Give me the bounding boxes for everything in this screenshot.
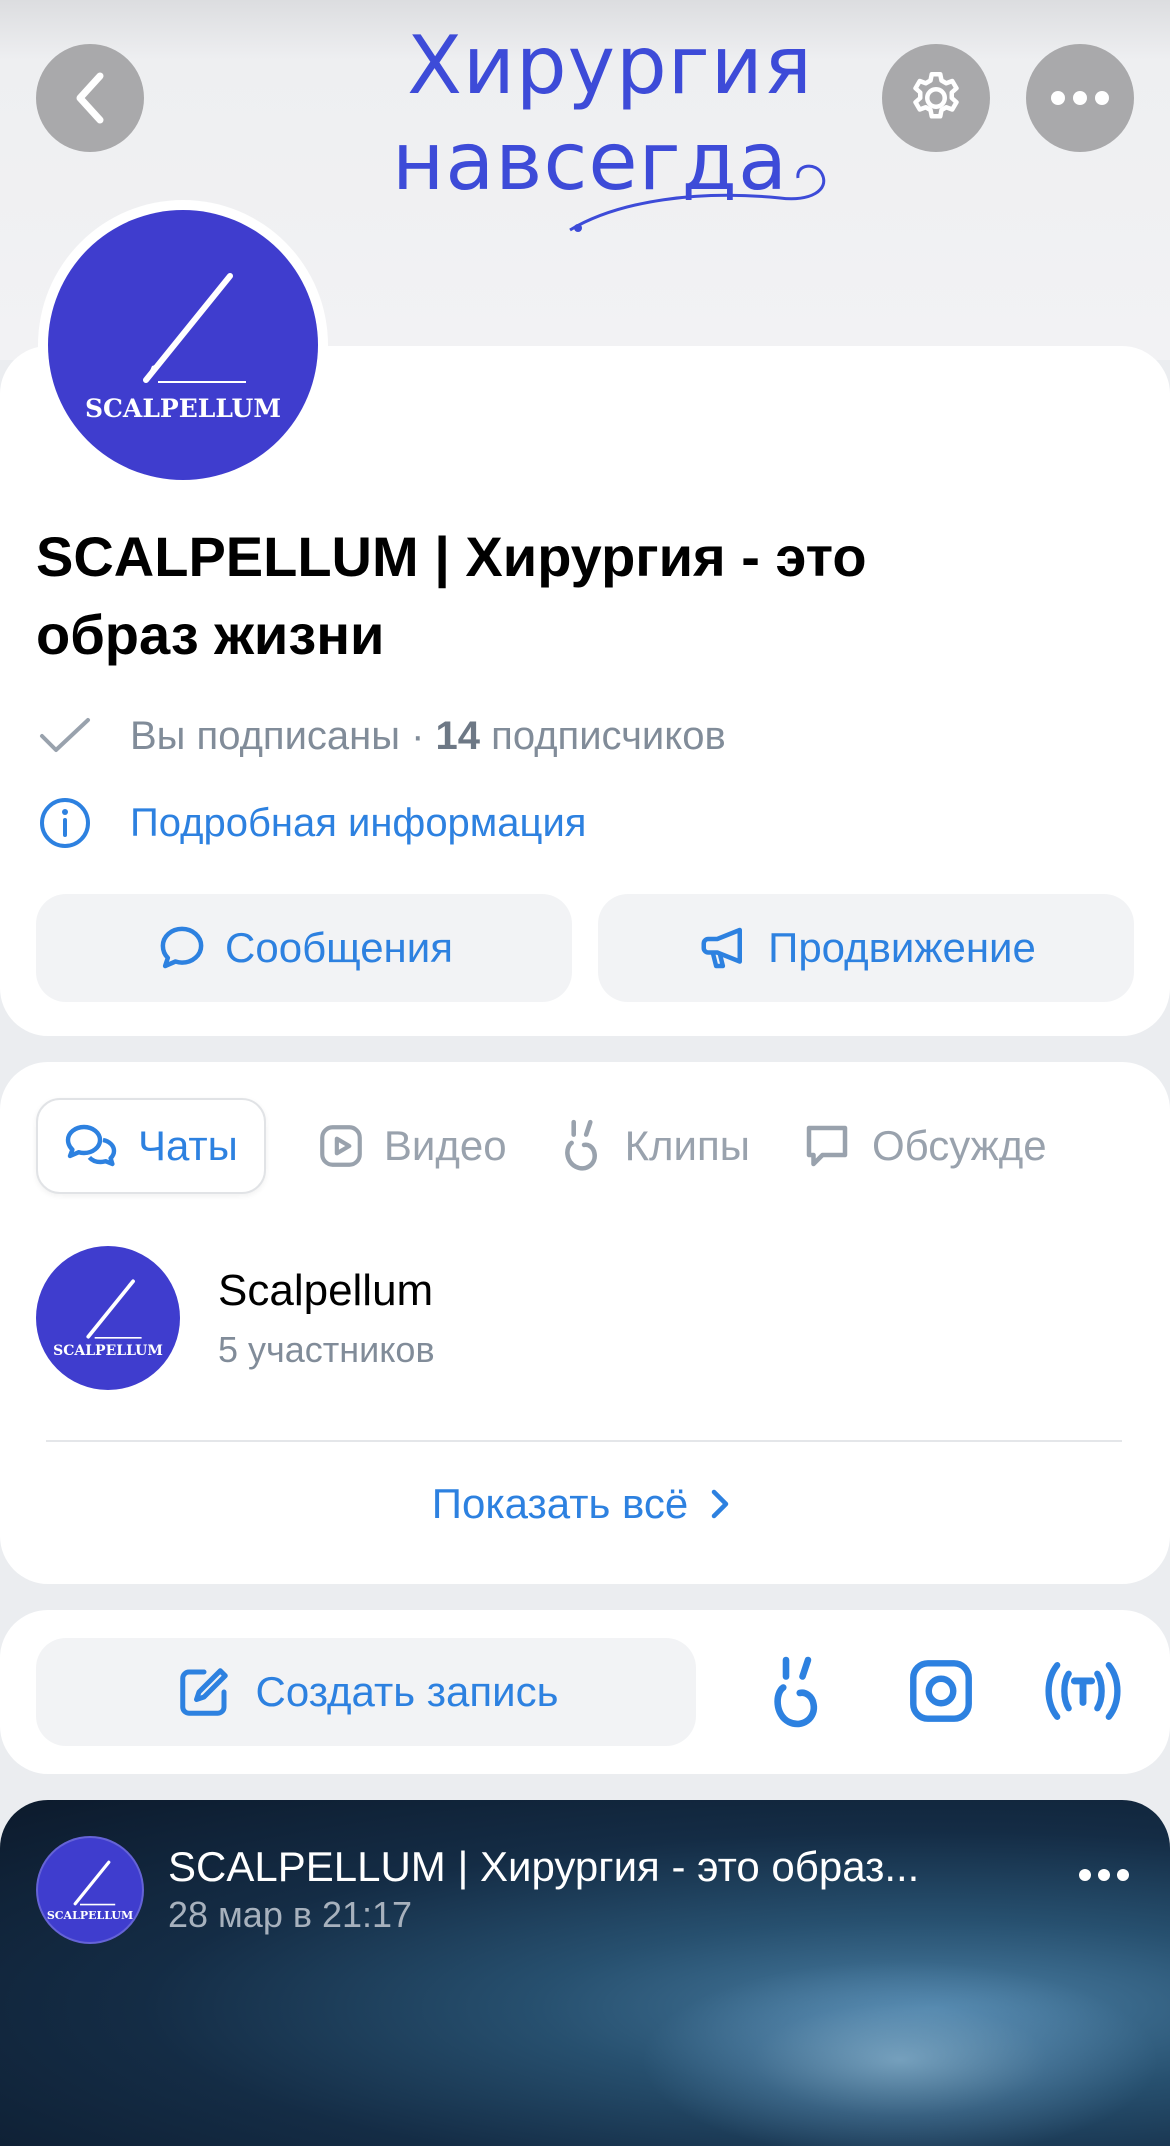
create-post-label: Создать запись [255, 1668, 559, 1715]
promotion-button[interactable]: Продвижение [598, 894, 1134, 1002]
scalpel-icon [73, 1860, 116, 1905]
info-link[interactable]: Подробная информация [38, 796, 586, 850]
scalpel-icon [86, 1279, 142, 1339]
tab-clips[interactable]: Клипы [557, 1098, 750, 1194]
post-author[interactable]: SCALPELLUM | Хирургия - это образ... [168, 1842, 1018, 1892]
separator: · [400, 714, 436, 758]
more-button[interactable] [1026, 44, 1134, 152]
gear-icon [913, 72, 959, 119]
chevron-right-icon [711, 1489, 729, 1519]
scalpellum-logo: SCALPELLUM [48, 210, 318, 480]
chevron-left-icon [76, 72, 104, 124]
info-icon [40, 798, 90, 848]
post-date: 28 мар в 21:17 [168, 1894, 413, 1935]
tab-discussions-label: Обсужде [871, 1122, 1047, 1169]
megaphone-icon [701, 927, 743, 969]
post-image-highlight [640, 1960, 1160, 2146]
more-horizontal-icon [1051, 91, 1109, 105]
post-header: SCALPELLUM | Хирургия - это образ... 28 … [168, 1842, 1018, 1938]
edit-icon [179, 1668, 228, 1716]
create-post-button[interactable]: Создать запись [36, 1638, 696, 1746]
tab-video-label: Видео [383, 1122, 507, 1169]
community-name-line-2: образ жизни [36, 603, 385, 666]
subscribers-label: подписчиков [480, 714, 726, 758]
subscribers-count: 14 [435, 714, 481, 758]
chats-icon [65, 1124, 117, 1167]
tab-clips-label: Клипы [624, 1122, 750, 1169]
divider [46, 1440, 1122, 1442]
community-name: SCALPELLUM | Хирургия - это образ жизни [36, 518, 1096, 674]
clips-icon [564, 1119, 597, 1171]
more-horizontal-icon[interactable] [1078, 1868, 1130, 1882]
back-button[interactable] [36, 44, 144, 152]
logo-text: SCALPELLUM [84, 393, 282, 423]
chat-list-item[interactable]: SCALPELLUM Scalpellum 5 участников [36, 1246, 435, 1390]
tab-chats[interactable]: Чаты [36, 1098, 266, 1194]
chat-logo-text: SCALPELLUM [53, 1343, 163, 1359]
section-tabs: Чаты Видео Клипы Обсужде [36, 1098, 1047, 1194]
messages-label: Сообщения [225, 924, 453, 971]
subscription-text: Вы подписаны · 14 подписчиков [130, 712, 726, 760]
discussions-icon [806, 1125, 848, 1167]
info-link-label: Подробная информация [130, 801, 587, 845]
community-avatar[interactable]: SCALPELLUM [38, 200, 328, 490]
show-all-label: Показать всё [431, 1480, 689, 1527]
checkmark-icon [40, 718, 90, 752]
post-author-avatar[interactable]: SCALPELLUM [36, 1836, 144, 1944]
video-icon [320, 1125, 362, 1167]
scalpel-icon [143, 272, 246, 383]
cover-line-1: Хирургия [407, 19, 813, 112]
tab-discussions[interactable]: Обсужде [800, 1098, 1047, 1194]
live-stream-icon[interactable] [1040, 1656, 1126, 1726]
show-all-link[interactable]: Показать всё [0, 1480, 1170, 1528]
chat-avatar: SCALPELLUM [36, 1246, 180, 1390]
cover-flourish [569, 164, 826, 232]
community-name-line-1: SCALPELLUM | Хирургия - это [36, 525, 867, 588]
subscribed-label: Вы подписаны [130, 714, 400, 758]
post-logo-text: SCALPELLUM [46, 1908, 134, 1922]
chat-members-count: 5 участников [218, 1329, 435, 1370]
settings-button[interactable] [882, 44, 990, 152]
tab-video[interactable]: Видео [316, 1098, 507, 1194]
messages-button[interactable]: Сообщения [36, 894, 572, 1002]
instagram-icon[interactable] [906, 1656, 976, 1726]
chat-name: Scalpellum [218, 1266, 434, 1315]
message-bubble-icon [160, 926, 204, 969]
clips-icon[interactable] [764, 1654, 830, 1732]
tab-chats-label: Чаты [138, 1122, 238, 1169]
promotion-label: Продвижение [768, 924, 1036, 971]
subscription-status[interactable]: Вы подписаны · 14 подписчиков [38, 712, 726, 760]
